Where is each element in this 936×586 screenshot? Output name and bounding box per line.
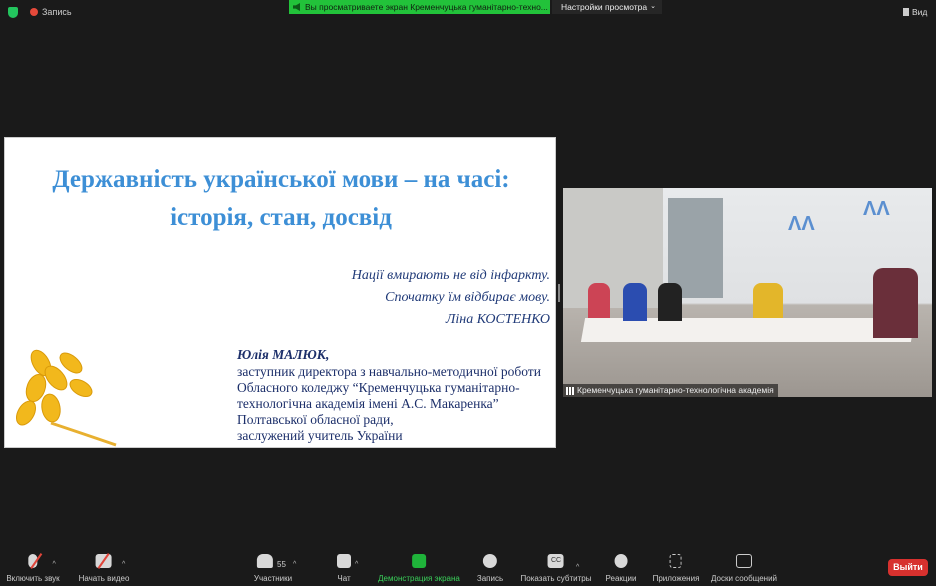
recording-icon bbox=[30, 8, 38, 16]
cc-icon: CC ^ bbox=[548, 554, 579, 571]
participant-video[interactable]: ΛΛ ΛΛ bbox=[563, 188, 932, 397]
speaker-line: заслужений учитель України bbox=[237, 428, 403, 443]
participant-name: Кременчуцька гуманітарно-технологічна ак… bbox=[577, 385, 774, 395]
speaker-icon bbox=[293, 3, 300, 11]
meeting-toolbar: ^ Включить звук ^ Начать видео 55 ^ Участник… bbox=[0, 548, 936, 586]
person bbox=[588, 283, 610, 318]
chevron-up-icon[interactable]: ^ bbox=[576, 561, 579, 575]
chevron-up-icon[interactable]: ^ bbox=[52, 561, 55, 568]
participants-button[interactable]: 55 ^ Участники bbox=[253, 548, 296, 586]
top-bar: Запись Вы просматриваете экран Кременчуц… bbox=[0, 0, 936, 26]
view-options-dropdown[interactable]: Настройки просмотра ⌄ bbox=[552, 0, 662, 14]
leave-button[interactable]: Выйти bbox=[888, 559, 928, 576]
logo-mark: ΛΛ bbox=[863, 198, 890, 220]
start-video-label: Начать видео bbox=[78, 574, 130, 583]
chevron-down-icon: ⌄ bbox=[650, 3, 656, 10]
wall-posters bbox=[563, 188, 663, 308]
share-screen-button[interactable]: Демонстрация экрана bbox=[378, 548, 460, 586]
reactions-label: Реакции bbox=[605, 574, 637, 583]
wheat-illustration bbox=[16, 349, 117, 447]
apps-label: Приложения bbox=[652, 574, 700, 583]
record-button[interactable]: Запись bbox=[477, 548, 503, 586]
whiteboards-label: Доски сообщений bbox=[710, 574, 778, 583]
chat-label: Чат bbox=[337, 574, 351, 583]
person bbox=[623, 283, 647, 321]
security-shield-icon[interactable] bbox=[8, 7, 18, 18]
reactions-button[interactable]: Реакции bbox=[605, 548, 637, 586]
speaker-line: Полтавської обласної ради, bbox=[237, 412, 394, 427]
share-screen-icon bbox=[412, 554, 426, 568]
unmute-button[interactable]: ^ Включить звук bbox=[6, 548, 60, 586]
share-banner-text: Вы просматриваете экран Кременчуцька гум… bbox=[305, 2, 548, 12]
speaker-line: заступник директора з навчально-методичн… bbox=[237, 364, 541, 379]
whiteboards-button[interactable]: Доски сообщений bbox=[711, 548, 777, 586]
recording-label: Запись bbox=[42, 7, 72, 17]
microphone-muted-icon: ^ bbox=[28, 554, 56, 568]
view-button-label: Вид bbox=[912, 7, 928, 17]
table bbox=[580, 318, 916, 342]
record-label: Запись bbox=[476, 574, 504, 583]
logo-mark: ΛΛ bbox=[788, 213, 815, 235]
unmute-label: Включить звук bbox=[6, 574, 60, 583]
chat-button[interactable]: ^ Чат bbox=[337, 548, 358, 586]
quote-line2: Спочатку їм відбирає мову. bbox=[385, 290, 550, 305]
person bbox=[753, 283, 783, 318]
slide-title-line1: Державність української мови – на часі: bbox=[52, 166, 510, 193]
view-options-label: Настройки просмотра bbox=[561, 2, 648, 12]
chat-icon: ^ bbox=[337, 554, 358, 568]
captions-button[interactable]: CC ^ Показать субтитры bbox=[520, 548, 592, 586]
view-layout-icon bbox=[903, 8, 909, 16]
slide-title-line2: історія, стан, досвід bbox=[170, 204, 392, 231]
start-video-button[interactable]: ^ Начать видео bbox=[78, 548, 130, 586]
chevron-up-icon[interactable]: ^ bbox=[122, 561, 125, 568]
chevron-up-icon[interactable]: ^ bbox=[355, 561, 358, 568]
person bbox=[873, 268, 918, 338]
signal-strength-icon bbox=[566, 387, 574, 395]
participant-name-tag: Кременчуцька гуманітарно-технологічна ак… bbox=[563, 384, 778, 397]
split-view-drag-handle[interactable] bbox=[558, 284, 560, 302]
share-banner: Вы просматриваете экран Кременчуцька гум… bbox=[289, 0, 550, 14]
quote-line1: Нації вмирають не від інфаркту. bbox=[351, 268, 550, 283]
apps-icon bbox=[670, 554, 682, 568]
speaker-name: Юлія МАЛЮК, bbox=[237, 347, 330, 362]
participants-label: Участники bbox=[253, 574, 293, 583]
view-button[interactable]: Вид bbox=[903, 7, 927, 17]
share-screen-label: Демонстрация экрана bbox=[378, 574, 460, 583]
participants-count: 55 bbox=[277, 560, 286, 569]
camera-off-icon: ^ bbox=[96, 554, 125, 568]
speaker-line: Обласного коледжу “Кременчуцька гуманіта… bbox=[237, 380, 520, 395]
shared-screen-slide: Державність української мови – на часі: … bbox=[4, 137, 556, 448]
chevron-up-icon[interactable]: ^ bbox=[293, 561, 296, 568]
speaker-line: технологічна академія імені А.С. Макарен… bbox=[237, 396, 499, 411]
quote-author: Ліна КОСТЕНКО bbox=[445, 312, 550, 327]
record-icon bbox=[483, 554, 497, 568]
reactions-icon bbox=[614, 554, 628, 568]
participants-icon: 55 ^ bbox=[257, 554, 296, 569]
apps-button[interactable]: Приложения bbox=[652, 548, 700, 586]
person bbox=[658, 283, 682, 321]
whiteboard-icon bbox=[735, 554, 752, 568]
captions-label: Показать субтитры bbox=[520, 574, 592, 583]
